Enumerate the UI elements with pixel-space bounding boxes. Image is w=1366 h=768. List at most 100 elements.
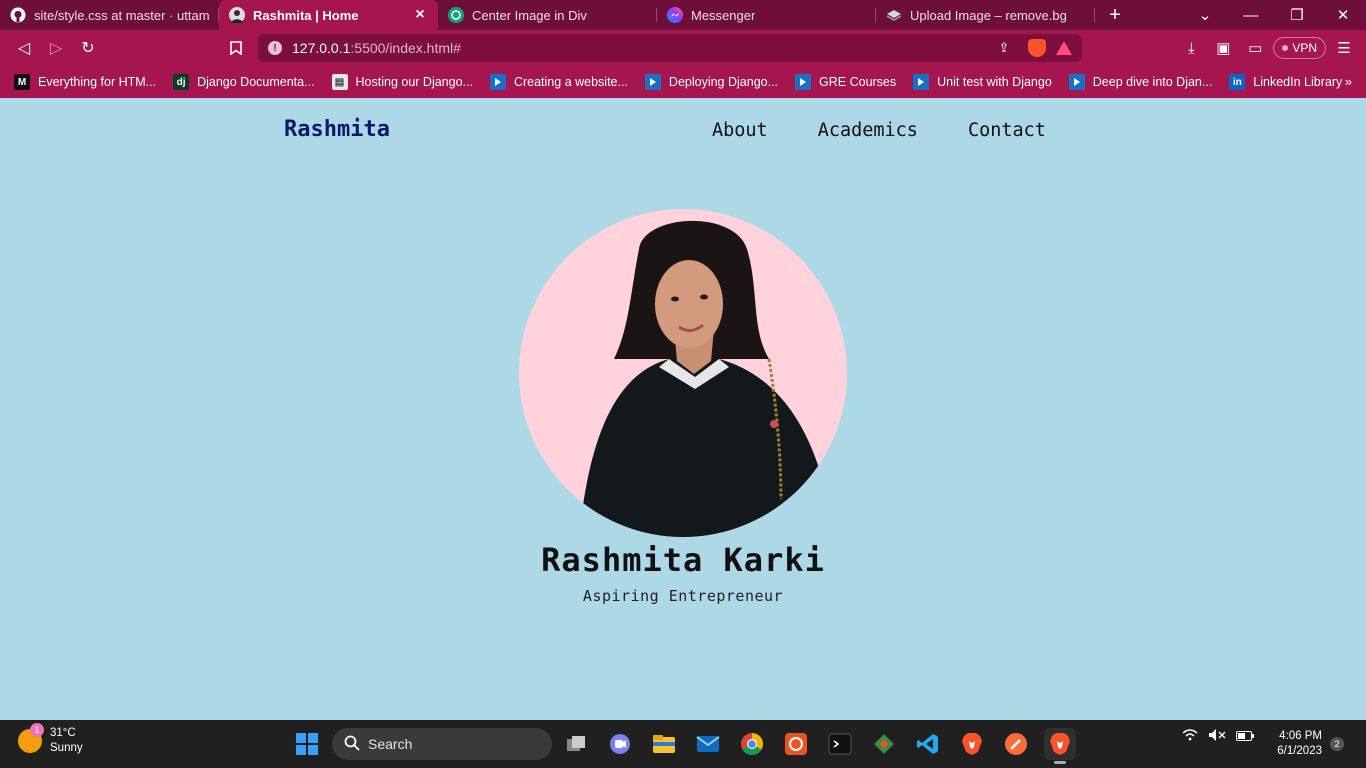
menu-icon[interactable]: ☰: [1330, 34, 1358, 62]
tab-rashmita-home[interactable]: Rashmita | Home ×: [219, 0, 438, 30]
clock[interactable]: 4:06 PM 6/1/2023: [1277, 729, 1322, 759]
tab-title: Messenger: [691, 7, 756, 23]
postman-icon[interactable]: [1000, 728, 1032, 760]
taskbar-search[interactable]: Search: [332, 728, 552, 760]
back-icon[interactable]: ◁: [8, 34, 40, 62]
bookmark-item[interactable]: Deep dive into Djan...: [1068, 74, 1212, 90]
chrome-icon[interactable]: [736, 728, 768, 760]
reload-icon[interactable]: ↻: [72, 34, 104, 62]
close-window-icon[interactable]: ✕: [1320, 6, 1366, 24]
tab-title: Rashmita | Home: [253, 7, 359, 23]
address-bar[interactable]: ! 127.0.0.1 :5500/index.html# ⇪: [258, 34, 1082, 62]
tab-center-image[interactable]: Center Image in Div: [438, 0, 657, 30]
sidebar-icon[interactable]: ▣: [1209, 34, 1237, 62]
bookmark-item[interactable]: dj Django Documenta...: [173, 74, 315, 90]
bookmarks-bar: M Everything for HTM... dj Django Document…: [0, 66, 1366, 98]
new-tab-button[interactable]: +: [1095, 0, 1135, 30]
tab-title: Upload Image – remove.bg: [910, 7, 1067, 23]
wallet-icon[interactable]: ▭: [1241, 34, 1269, 62]
vscode-icon[interactable]: [912, 728, 944, 760]
site-brand[interactable]: Rashmita: [284, 117, 390, 142]
sun-icon: 1: [18, 723, 44, 753]
task-view-icon[interactable]: [560, 728, 592, 760]
bookmark-label: LinkedIn Library: [1253, 75, 1343, 89]
battery-icon[interactable]: [1236, 729, 1254, 744]
file-explorer-icon[interactable]: [648, 728, 680, 760]
weather-temp: 31°C: [50, 727, 76, 739]
hero-name: Rashmita Karki: [541, 541, 825, 579]
brave-shields-icon[interactable]: [1028, 39, 1046, 57]
bookmark-label: GRE Courses: [819, 75, 897, 89]
profile-photo-illustration: [579, 220, 834, 537]
bookmark-item[interactable]: Unit test with Django: [913, 74, 1052, 90]
github-icon: [10, 7, 26, 23]
clock-date: 6/1/2023: [1277, 745, 1322, 757]
bookmark-item[interactable]: ▤ Hosting our Django...: [331, 74, 473, 90]
nav-academics-link[interactable]: Academics: [818, 120, 918, 141]
weather-widget[interactable]: 1 31°C Sunny: [18, 723, 83, 756]
minimize-icon[interactable]: —: [1228, 7, 1274, 24]
vpn-label: VPN: [1292, 41, 1317, 55]
terminal-icon[interactable]: [824, 728, 856, 760]
vpn-button[interactable]: VPN: [1273, 37, 1326, 59]
document-icon: ▤: [331, 74, 348, 90]
weather-desc: Sunny: [50, 742, 83, 754]
video-play-icon: [795, 74, 812, 90]
window-controls: ⌄ — ❐ ✕: [1182, 0, 1366, 30]
windows-start-icon[interactable]: [296, 733, 318, 755]
tab-github-style[interactable]: site/style.css at master · uttamshr1: [0, 0, 219, 30]
tab-search-chevron-icon[interactable]: ⌄: [1182, 6, 1228, 24]
linkedin-icon: in: [1229, 74, 1246, 90]
nav-contact-link[interactable]: Contact: [968, 120, 1046, 141]
bookmark-item[interactable]: Deploying Django...: [644, 74, 778, 90]
tab-strip: site/style.css at master · uttamshr1 Ras…: [0, 0, 1366, 30]
bookmark-icon[interactable]: [220, 34, 252, 62]
share-icon[interactable]: ⇪: [990, 34, 1018, 62]
notification-count-badge[interactable]: 2: [1330, 737, 1344, 751]
url-host: 127.0.0.1: [292, 40, 351, 56]
profile-photo-icon: [229, 7, 245, 23]
ubuntu-icon[interactable]: [780, 728, 812, 760]
bookmark-item[interactable]: GRE Courses: [795, 74, 896, 90]
more-bookmarks-icon[interactable]: »: [1345, 74, 1352, 89]
brave-rewards-icon[interactable]: [1056, 41, 1072, 55]
bookmark-label: Creating a website...: [513, 75, 628, 89]
messenger-icon: [667, 7, 683, 23]
chatgpt-icon: [448, 7, 464, 23]
tab-separator: [1094, 8, 1095, 22]
browser-toolbar: ◁ ▷ ↻ ! 127.0.0.1 :5500/index.html# ⇪ ⤓ …: [0, 30, 1366, 66]
bookmark-item[interactable]: Creating a website...: [489, 74, 628, 90]
restore-icon[interactable]: ❐: [1274, 6, 1320, 24]
tab-title: Center Image in Div: [472, 7, 587, 23]
site-info-icon[interactable]: !: [268, 41, 282, 55]
download-icon[interactable]: ⤓: [1177, 34, 1205, 62]
tab-removebg[interactable]: Upload Image – remove.bg: [876, 0, 1095, 30]
brave-icon[interactable]: [956, 728, 988, 760]
close-tab-icon[interactable]: ×: [412, 6, 428, 24]
brave-active-icon[interactable]: [1044, 728, 1076, 764]
m-logo-icon: M: [14, 74, 30, 90]
bookmark-label: Unit test with Django: [937, 75, 1052, 89]
taskbar-apps: [560, 728, 1076, 764]
forward-icon[interactable]: ▷: [40, 34, 72, 62]
bookmark-item[interactable]: M Everything for HTM...: [14, 74, 156, 90]
url-path: :5500/index.html#: [350, 40, 461, 56]
video-play-icon: [489, 74, 506, 90]
volume-muted-icon[interactable]: [1208, 728, 1226, 745]
vpn-status-dot: [1282, 45, 1289, 51]
site-nav: About Academics Contact: [712, 120, 1046, 141]
nav-about-link[interactable]: About: [712, 120, 768, 141]
bookmark-item[interactable]: in LinkedIn Library: [1229, 74, 1342, 90]
mail-icon[interactable]: [692, 728, 724, 760]
bookmark-label: Everything for HTM...: [38, 75, 157, 89]
git-icon[interactable]: [868, 728, 900, 760]
video-play-icon: [644, 74, 661, 90]
bookmark-label: Django Documenta...: [197, 75, 315, 89]
tab-messenger[interactable]: Messenger: [657, 0, 876, 30]
tab-title: site/style.css at master · uttamshr1: [34, 7, 209, 23]
teams-chat-icon[interactable]: [604, 728, 636, 760]
removebg-icon: [886, 7, 902, 23]
wifi-icon[interactable]: [1182, 729, 1198, 744]
video-play-icon: [1068, 74, 1085, 90]
video-play-icon: [913, 74, 930, 90]
